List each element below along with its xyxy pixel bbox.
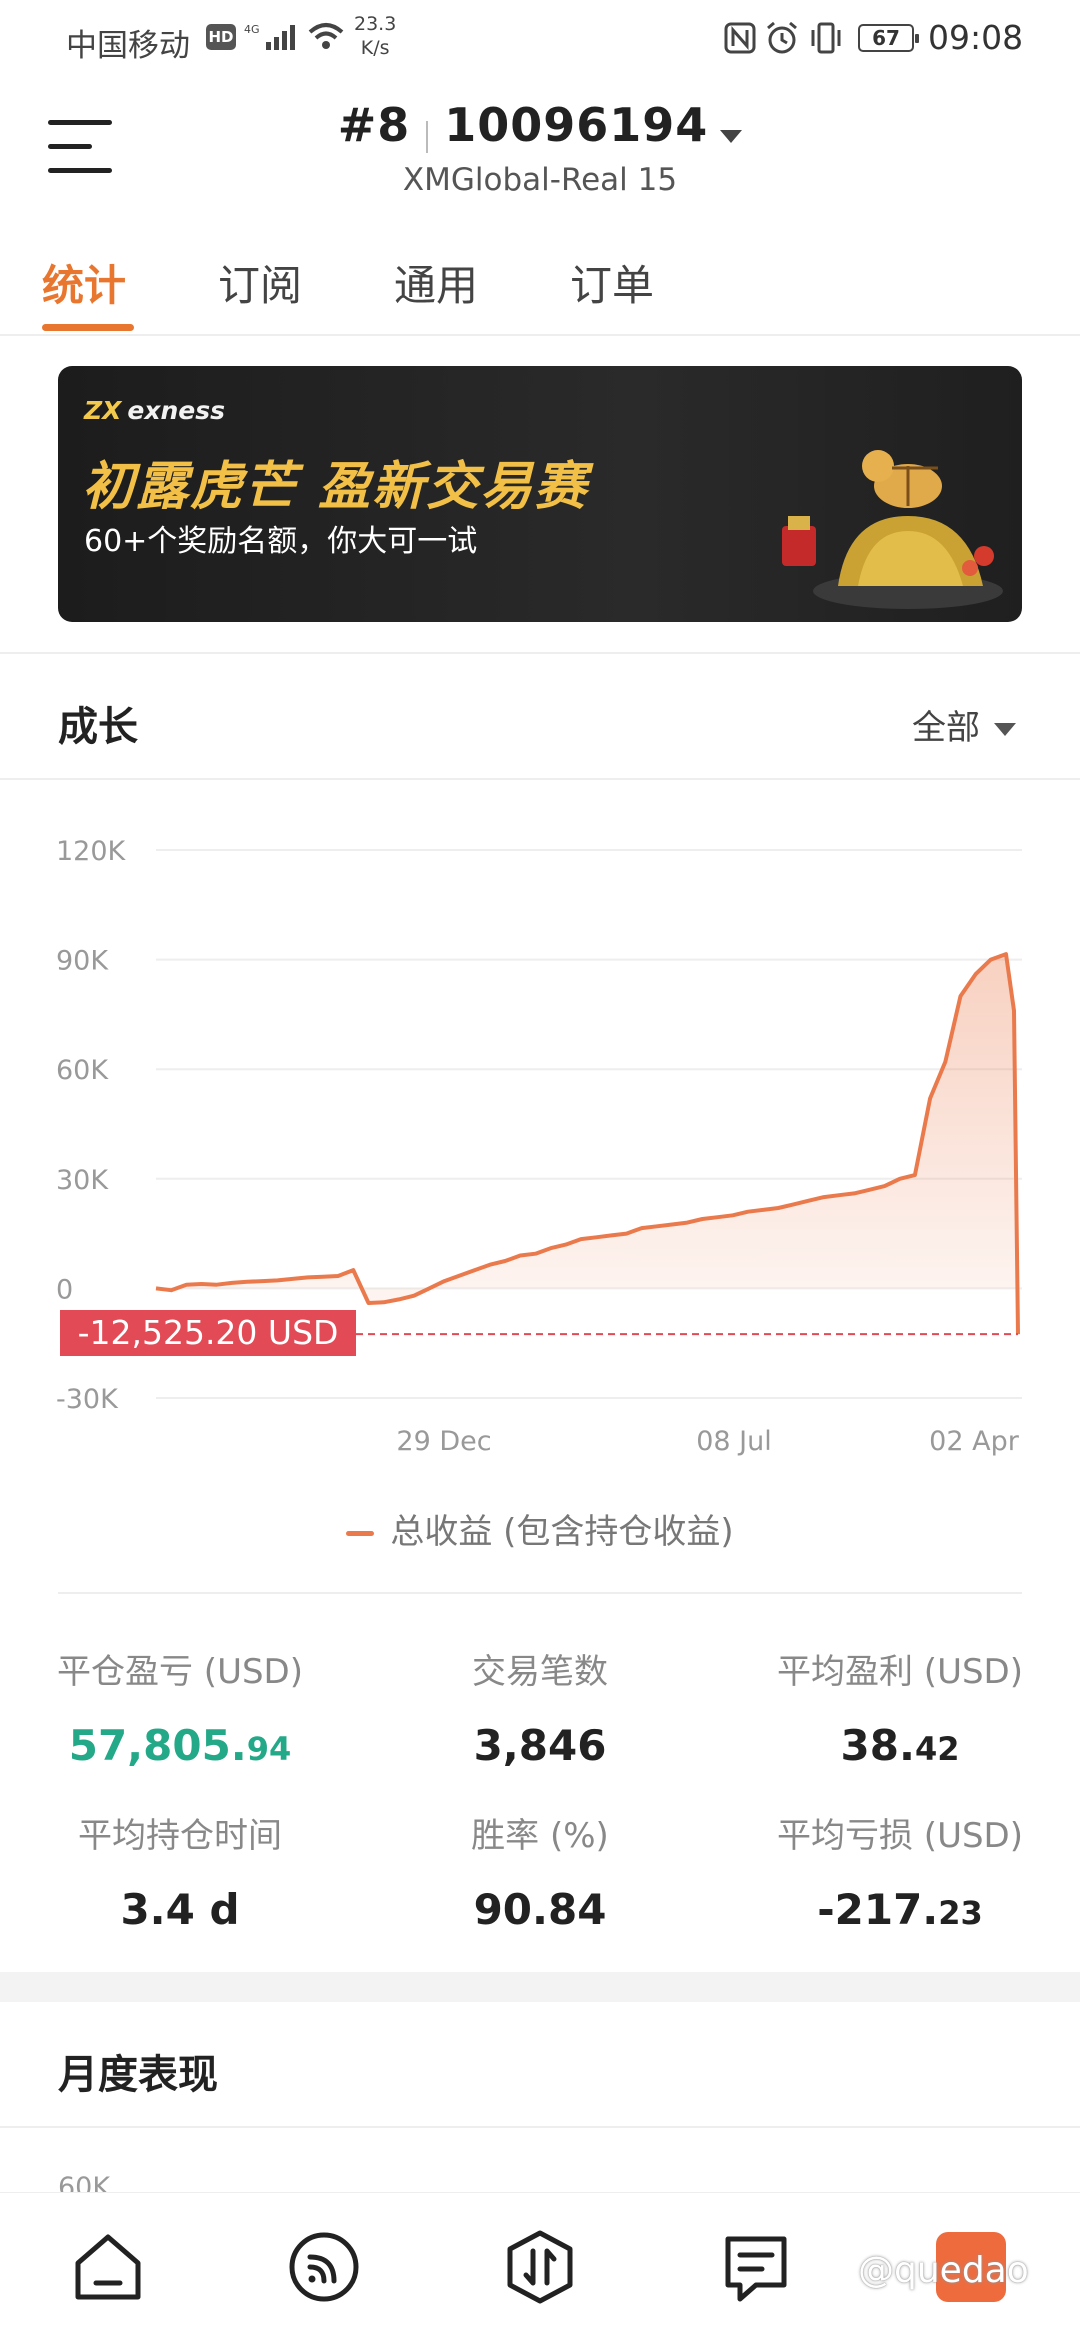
- section-divider: [58, 1592, 1022, 1594]
- account-id: 10096194: [444, 98, 709, 152]
- tab-bar: 统计 订阅 通用 订单: [0, 240, 1080, 336]
- stat-value: 3.4 d: [120, 1885, 240, 1934]
- section-divider: [0, 778, 1080, 780]
- feed-icon[interactable]: [284, 2227, 364, 2307]
- vibrate-icon: [811, 22, 841, 54]
- active-tab-indicator: [42, 324, 134, 331]
- tab-statistics[interactable]: 统计: [42, 252, 126, 313]
- stat-value: 57,805.94: [68, 1721, 292, 1770]
- stat-avg-loss: 平均亏损 (USD) -217.23: [720, 1808, 1080, 1934]
- y-tick-label: 120K: [56, 836, 127, 867]
- legend-label: 总收益 (包含持仓收益): [390, 1512, 734, 1552]
- monthly-title: 月度表现: [58, 2052, 218, 2098]
- stat-value: 38.42: [840, 1721, 960, 1770]
- y-tick-label: 0: [56, 1274, 73, 1305]
- network-speed: 23.3 K/s: [354, 12, 396, 60]
- x-tick-label: 02 Apr: [929, 1426, 1020, 1457]
- brand-name: exness: [127, 396, 226, 425]
- server-name: XMGlobal-Real 15: [402, 162, 678, 198]
- alarm-icon: [767, 21, 797, 54]
- growth-area: [156, 954, 1018, 1335]
- watermark: @quedao: [858, 2250, 1029, 2291]
- messages-icon[interactable]: [716, 2227, 796, 2307]
- hd-icon: HD: [206, 24, 236, 50]
- x-tick-label: 29 Dec: [396, 1426, 491, 1457]
- stat-avg-profit: 平均盈利 (USD) 38.42: [720, 1644, 1080, 1770]
- signal-icon: 4G: [244, 23, 295, 50]
- brand-logo: ZX exness: [84, 396, 226, 425]
- battery-icon: 67: [858, 24, 919, 52]
- y-tick-label: -30K: [56, 1384, 119, 1415]
- legend-swatch: [346, 1531, 375, 1536]
- account-rank: #8: [337, 98, 411, 152]
- stat-label: 胜率 (%): [471, 1816, 609, 1856]
- app-screen: 中国移动 HD 4G 23.3 K/s 67 09:08 #8 10096194…: [0, 0, 1080, 2340]
- separator: [426, 120, 429, 153]
- promo-banner[interactable]: ZX exness 初露虎芒 盈新交易赛 60+个奖励名额，你大可一试: [58, 366, 1022, 622]
- wifi-icon: [308, 23, 344, 49]
- x-tick-label: 08 Jul: [696, 1426, 772, 1457]
- growth-chart[interactable]: 120K 90K 60K 30K 0 -30K 29 Dec 08 Jul 02 Apr: [0, 800, 1080, 1460]
- tiger-trophy-illustration: [782, 450, 1003, 609]
- y-tick-label: 60K: [56, 1055, 109, 1086]
- tab-orders[interactable]: 订单: [570, 252, 654, 313]
- stat-label: 平仓盈亏 (USD): [57, 1652, 303, 1692]
- banner-headline: 初露虎芒 盈新交易赛: [82, 457, 589, 517]
- account-selector[interactable]: #8 10096194: [0, 98, 1080, 153]
- current-value-badge: -12,525.20 USD: [60, 1310, 356, 1356]
- chevron-down-icon: [720, 130, 743, 143]
- stat-trade-count: 交易笔数 3,846: [360, 1644, 720, 1770]
- period-filter[interactable]: 全部: [912, 700, 1016, 749]
- stat-value: -217.23: [817, 1885, 983, 1934]
- status-bar: 中国移动 HD 4G 23.3 K/s 67 09:08: [0, 0, 1080, 80]
- period-filter-label: 全部: [912, 708, 980, 748]
- stat-label: 平均盈利 (USD): [777, 1652, 1023, 1692]
- chevron-down-icon: [994, 723, 1016, 736]
- banner-subtitle: 60+个奖励名额，你大可一试: [84, 524, 478, 559]
- clock: 09:08: [928, 18, 1024, 57]
- growth-chart-svg: 120K 90K 60K 30K 0 -30K 29 Dec 08 Jul 02 Apr: [56, 836, 1022, 1457]
- y-tick-label: 90K: [56, 946, 109, 977]
- trade-icon[interactable]: [500, 2227, 580, 2307]
- stat-closed-pnl: 平仓盈亏 (USD) 57,805.94: [0, 1644, 360, 1770]
- stat-avg-holding-time: 平均持仓时间 3.4 d: [0, 1808, 360, 1934]
- stat-value: 3,846: [473, 1721, 607, 1770]
- tab-subscribe[interactable]: 订阅: [218, 252, 302, 313]
- speed-unit: K/s: [360, 37, 390, 59]
- stat-label: 平均持仓时间: [78, 1816, 282, 1856]
- stat-value: 90.84: [473, 1885, 607, 1934]
- chart-legend[interactable]: 总收益 (包含持仓收益): [0, 1504, 1080, 1553]
- y-tick-label: 30K: [56, 1165, 109, 1196]
- section-gap: [0, 1972, 1080, 2002]
- home-icon[interactable]: [68, 2227, 148, 2307]
- carrier-label: 中国移动: [66, 28, 190, 64]
- section-divider: [0, 2126, 1080, 2128]
- tab-general[interactable]: 通用: [394, 252, 478, 313]
- stat-win-rate: 胜率 (%) 90.84: [360, 1808, 720, 1934]
- growth-title: 成长: [58, 704, 138, 750]
- stat-label: 交易笔数: [472, 1652, 608, 1692]
- network-label: 4G: [244, 23, 260, 36]
- nfc-icon: [724, 22, 756, 54]
- section-divider: [0, 652, 1080, 654]
- stat-label: 平均亏损 (USD): [777, 1816, 1023, 1856]
- speed-value: 23.3: [354, 13, 397, 35]
